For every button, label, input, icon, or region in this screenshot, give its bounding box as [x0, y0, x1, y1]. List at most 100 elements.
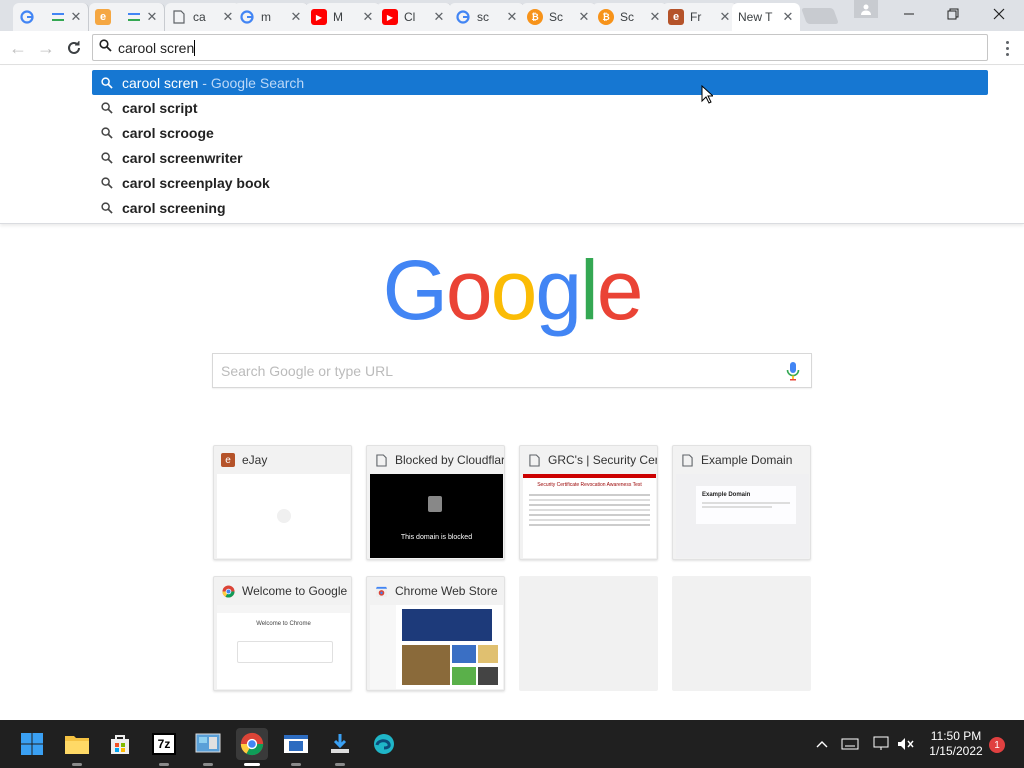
- tab-5[interactable]: ▶ M ✕: [305, 3, 381, 31]
- close-icon[interactable]: ✕: [362, 9, 374, 25]
- edge-icon[interactable]: [368, 728, 400, 760]
- close-icon[interactable]: ✕: [70, 9, 82, 25]
- new-tab-button[interactable]: [801, 8, 839, 24]
- downloader-icon[interactable]: [324, 728, 356, 766]
- reload-button[interactable]: [62, 36, 86, 60]
- search-icon: [100, 176, 114, 189]
- store-icon[interactable]: [104, 728, 136, 760]
- search-icon: [100, 201, 114, 214]
- control-panel-icon[interactable]: [192, 728, 224, 766]
- volume-muted-icon[interactable]: [896, 734, 916, 754]
- suggestion-item[interactable]: carol screenplay book: [92, 170, 988, 195]
- tab-4[interactable]: m ✕: [233, 3, 309, 31]
- tab-6[interactable]: ▶ Cl ✕: [376, 3, 452, 31]
- most-visited-tile[interactable]: Chrome Web Store: [366, 576, 505, 691]
- text-caret: [194, 39, 196, 56]
- youtube-icon: ▶: [311, 9, 327, 25]
- most-visited-tile[interactable]: Welcome to Google C Welcome to Chrome: [213, 576, 352, 691]
- notification-badge[interactable]: 1: [989, 737, 1005, 753]
- bitcoin-icon: ₿: [527, 9, 543, 25]
- most-visited-tile[interactable]: GRC's | Security Certi Security Certific…: [519, 445, 658, 560]
- google-logo: Google: [382, 242, 644, 337]
- microphone-icon[interactable]: [781, 359, 805, 383]
- close-icon[interactable]: ✕: [433, 9, 445, 25]
- close-icon[interactable]: ✕: [578, 9, 590, 25]
- google-icon: [19, 9, 35, 25]
- app-window-icon[interactable]: [280, 728, 312, 766]
- tab-10[interactable]: e Fr ✕: [662, 3, 738, 31]
- suggestion-query: carool scren: [122, 74, 199, 91]
- toolbar: ← → carool scren: [0, 31, 1024, 65]
- suggestion-item[interactable]: carol screenwriter: [92, 145, 988, 170]
- omnibox[interactable]: carool scren: [92, 34, 988, 61]
- tile-thumbnail: This domain is blocked: [370, 474, 503, 558]
- forward-button[interactable]: →: [34, 36, 58, 60]
- taskbar: 7z 11:50 PM 1/15/2022: [0, 720, 1024, 768]
- suggestion-query: carol screenwriter: [122, 149, 243, 166]
- most-visited-tile[interactable]: Example Domain Example Domain: [672, 445, 811, 560]
- back-button[interactable]: ←: [6, 36, 30, 60]
- ntp-search-box[interactable]: [212, 353, 812, 388]
- thumb-text: Example Domain: [702, 492, 751, 498]
- suggestion-item[interactable]: carol screening: [92, 195, 988, 220]
- tab-2[interactable]: e ✕: [89, 3, 165, 31]
- chevron-up-icon[interactable]: [812, 734, 832, 754]
- search-icon: [100, 126, 114, 139]
- mouse-cursor-icon: [701, 84, 715, 109]
- tab-8[interactable]: ₿ Sc ✕: [521, 3, 597, 31]
- close-icon[interactable]: ✕: [649, 9, 661, 25]
- tile-thumbnail: Example Domain: [676, 474, 809, 558]
- 7zip-icon[interactable]: 7z: [148, 728, 180, 766]
- tab-new-tab[interactable]: New T ✕: [732, 3, 800, 31]
- thumb-text: This domain is blocked: [400, 534, 473, 541]
- tab-title: Fr: [690, 10, 702, 24]
- start-icon[interactable]: [16, 728, 48, 760]
- ntp-search-input[interactable]: [221, 362, 781, 379]
- search-icon: [100, 76, 114, 89]
- tab-7[interactable]: sc ✕: [449, 3, 525, 31]
- thumb-text: Welcome to Chrome: [256, 621, 311, 627]
- tab-title: Sc: [549, 10, 564, 24]
- tab-title: Cl: [404, 10, 416, 24]
- suggestion-desc: - Google Search: [202, 74, 305, 91]
- close-icon[interactable]: ✕: [719, 9, 731, 25]
- google-icon: [239, 9, 255, 25]
- tile-title: Welcome to Google C: [242, 584, 351, 598]
- most-visited-tile[interactable]: Blocked by Cloudflare This domain is blo…: [366, 445, 505, 560]
- omnibox-suggestions: carool scren - Google Search carol scrip…: [0, 66, 1024, 224]
- suggestion-item[interactable]: carol script: [92, 95, 988, 120]
- restore-button[interactable]: [930, 0, 976, 28]
- minimize-button[interactable]: [886, 0, 932, 28]
- tile-thumbnail: Security Certificate Revocation Awarenes…: [523, 474, 656, 558]
- tile-title: Chrome Web Store: [395, 584, 498, 598]
- close-window-button[interactable]: [976, 0, 1022, 28]
- close-icon[interactable]: ✕: [146, 9, 158, 25]
- tab-9[interactable]: ₿ Sc ✕: [592, 3, 668, 31]
- profile-icon[interactable]: [854, 0, 878, 18]
- tab-strip: ✕ e ✕ ca ✕ m ✕ ▶ M ✕ ▶ Cl ✕ sc ✕ ₿ Sc ✕ …: [0, 0, 1024, 31]
- close-icon[interactable]: ✕: [782, 9, 794, 25]
- keyboard-icon[interactable]: [840, 734, 860, 754]
- tab-1[interactable]: ✕: [13, 3, 89, 31]
- suggestion-query: carol screenplay book: [122, 174, 270, 191]
- file-explorer-icon[interactable]: [61, 728, 93, 766]
- most-visited-tile[interactable]: e eJay: [213, 445, 352, 560]
- clock[interactable]: 11:50 PM 1/15/2022: [920, 729, 992, 759]
- chrome-icon: [221, 584, 235, 598]
- chrome-icon[interactable]: [236, 728, 268, 766]
- menu-icon[interactable]: [998, 36, 1016, 60]
- search-icon: [100, 151, 114, 164]
- tab-3[interactable]: ca ✕: [165, 3, 241, 31]
- ejay-icon: e: [221, 453, 235, 467]
- suggestion-item[interactable]: carool scren - Google Search: [92, 70, 988, 95]
- omnibox-text[interactable]: carool scren: [118, 40, 194, 56]
- display-icon[interactable]: [872, 734, 892, 754]
- suggestion-item[interactable]: carol scrooge: [92, 120, 988, 145]
- bitcoin-icon: ₿: [598, 9, 614, 25]
- close-icon[interactable]: ✕: [290, 9, 302, 25]
- close-icon[interactable]: ✕: [506, 9, 518, 25]
- tab-title: ca: [193, 10, 206, 24]
- empty-tile: [672, 576, 811, 691]
- suggestion-query: carol script: [122, 99, 198, 116]
- webstore-icon: [374, 584, 388, 598]
